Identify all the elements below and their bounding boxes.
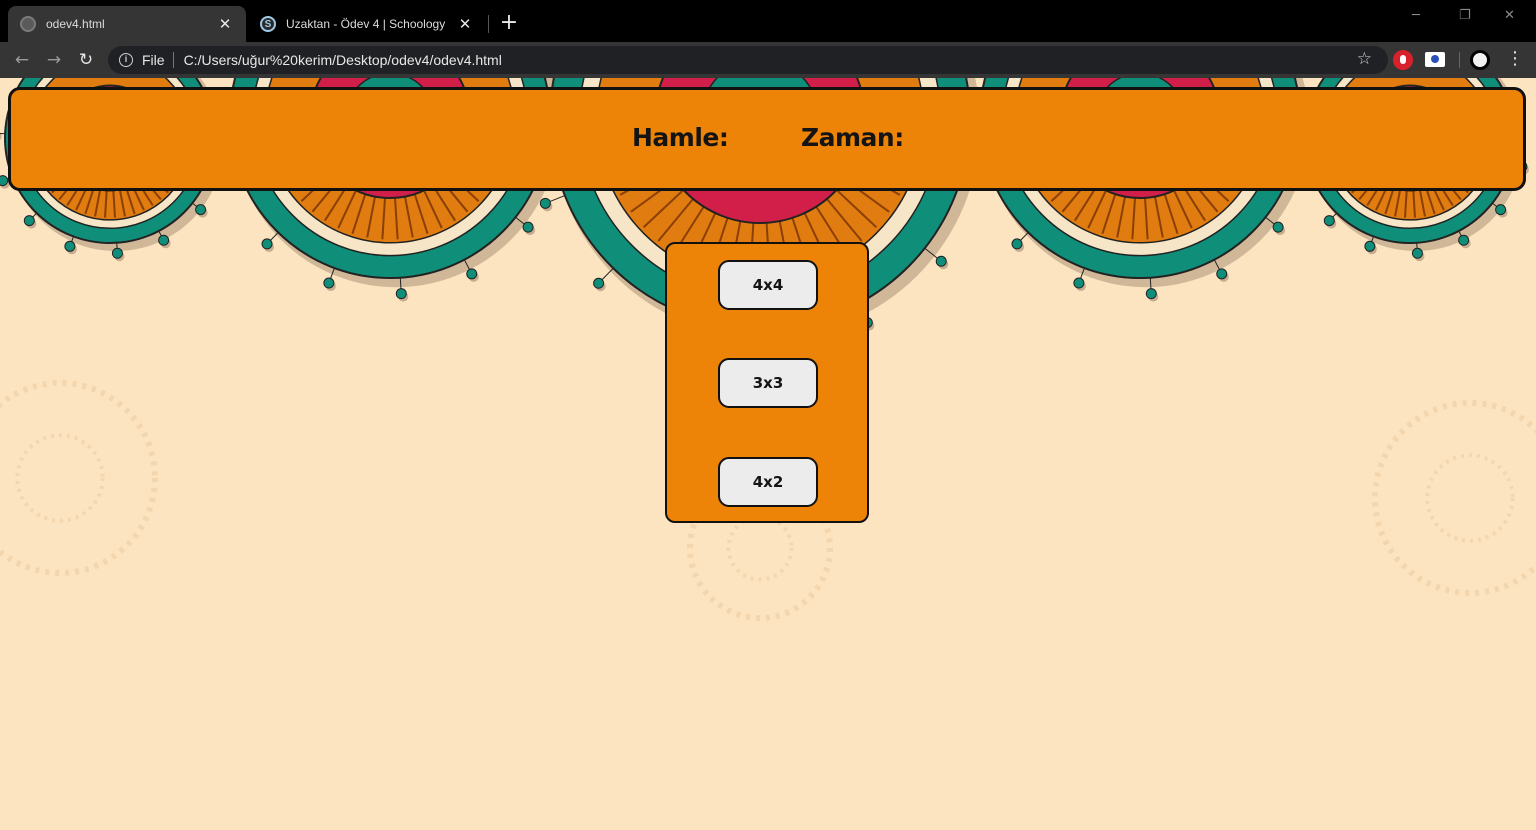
- window-close-icon[interactable]: ✕: [1504, 8, 1515, 23]
- extension-flag-icon[interactable]: [1425, 52, 1445, 67]
- close-icon[interactable]: ✕: [216, 15, 234, 33]
- toolbar-divider: [1459, 52, 1460, 68]
- url-text[interactable]: C:/Users/uğur%20kerim/Desktop/odev4/odev…: [184, 52, 502, 68]
- extension-red-icon[interactable]: [1393, 50, 1413, 70]
- browser-toolbar: ← → ↻ i File C:/Users/uğur%20kerim/Deskt…: [0, 42, 1536, 78]
- menu-icon[interactable]: ⋮: [1506, 49, 1524, 69]
- reload-icon[interactable]: ↻: [74, 48, 98, 72]
- size-3x3-button[interactable]: 3x3: [718, 358, 818, 408]
- forward-icon[interactable]: →: [42, 48, 66, 72]
- minimize-icon[interactable]: ─: [1412, 8, 1420, 23]
- schoology-icon: S: [260, 16, 276, 32]
- scheme-label: File: [142, 52, 165, 68]
- address-divider: [172, 52, 174, 68]
- tab-title: Uzaktan - Ödev 4 | Schoology: [286, 17, 446, 31]
- time-label: Zaman:: [801, 123, 904, 152]
- close-icon[interactable]: ✕: [456, 15, 474, 33]
- restore-icon[interactable]: ❐: [1459, 8, 1471, 23]
- back-icon[interactable]: ←: [10, 48, 34, 72]
- profile-avatar[interactable]: [1470, 50, 1490, 70]
- size-4x2-button[interactable]: 4x2: [718, 457, 818, 507]
- address-bar[interactable]: i File C:/Users/uğur%20kerim/Desktop/ode…: [108, 46, 1388, 74]
- bookmark-star-icon[interactable]: ☆: [1357, 49, 1372, 69]
- board-size-menu: 4x4 3x3 4x2: [665, 242, 869, 523]
- tab-title: odev4.html: [46, 17, 105, 31]
- tab-odev4[interactable]: odev4.html ✕: [8, 6, 246, 42]
- size-4x4-button[interactable]: 4x4: [718, 260, 818, 310]
- globe-icon: [20, 16, 36, 32]
- browser-tab-strip: odev4.html ✕ S Uzaktan - Ödev 4 | School…: [0, 0, 1536, 42]
- game-header: Hamle: Zaman:: [8, 87, 1526, 191]
- tab-schoology[interactable]: S Uzaktan - Ödev 4 | Schoology ✕: [248, 6, 486, 42]
- info-icon[interactable]: i: [119, 53, 133, 67]
- moves-label: Hamle:: [632, 123, 729, 152]
- new-tab-button[interactable]: +: [496, 10, 522, 36]
- page-content: Hamle: Zaman: 4x4 3x3 4x2: [0, 78, 1536, 830]
- tab-divider: [488, 15, 489, 33]
